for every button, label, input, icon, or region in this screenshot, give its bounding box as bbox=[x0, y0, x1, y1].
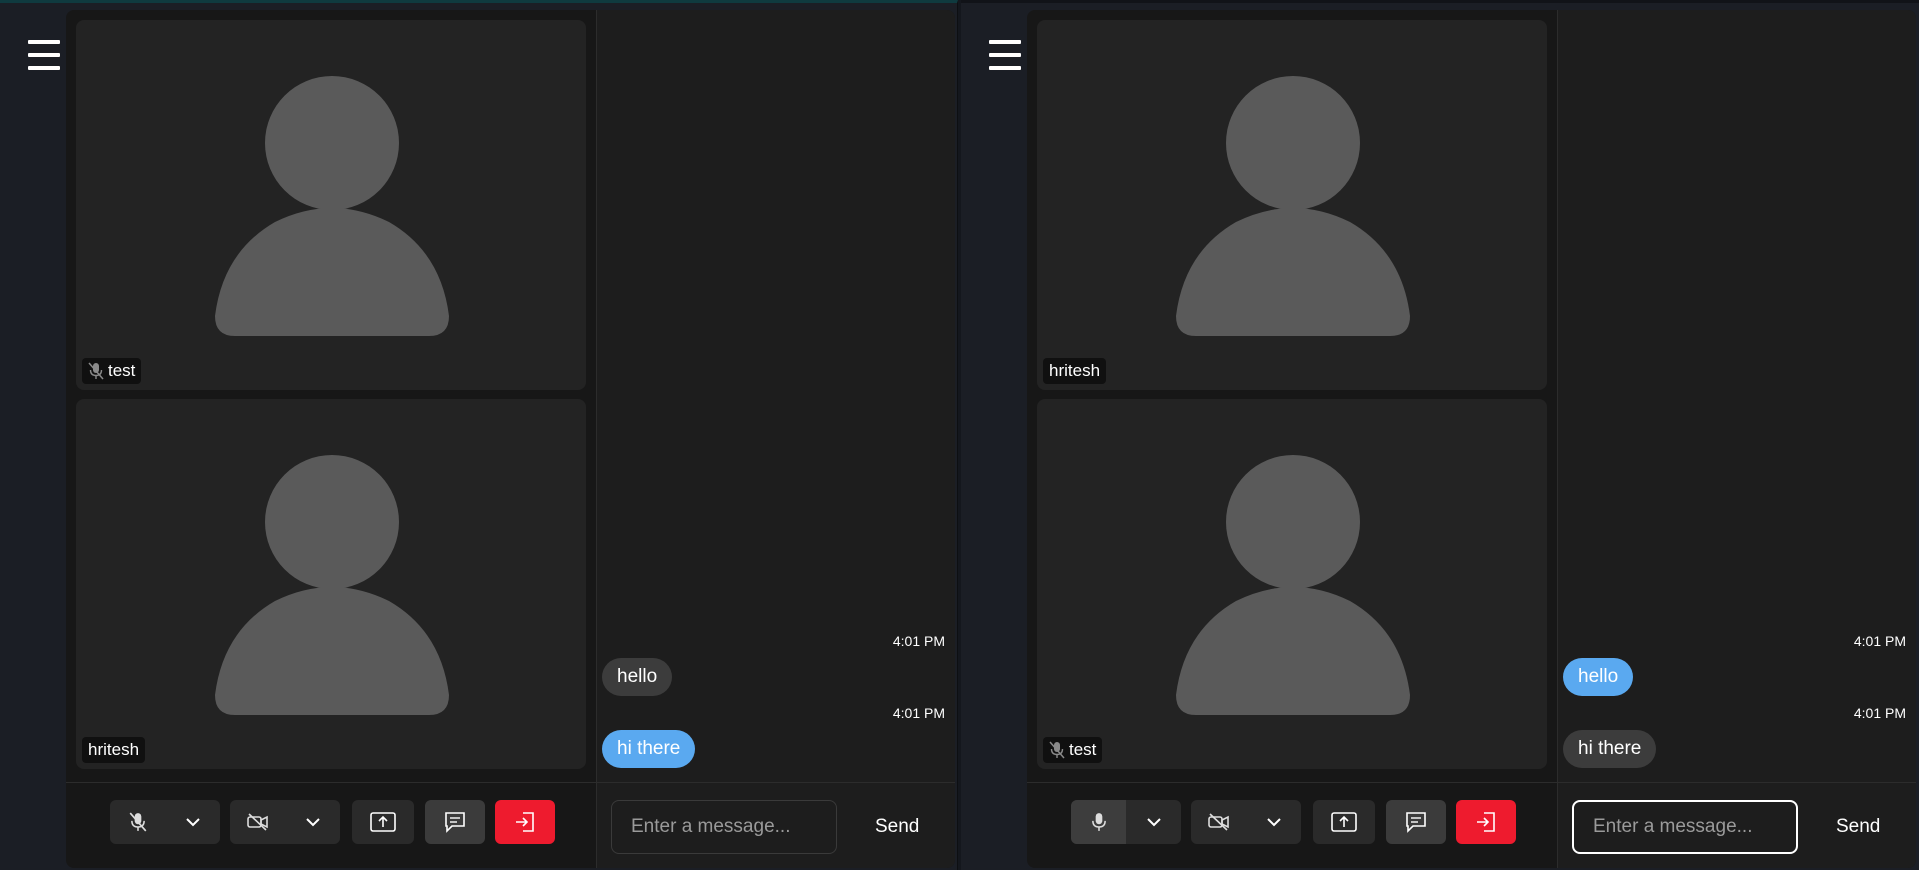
chat-icon bbox=[1406, 812, 1426, 833]
hamburger-menu-icon[interactable] bbox=[989, 40, 1021, 70]
message-timestamp: 4:01 PM bbox=[1853, 633, 1906, 649]
mic-toggle-button[interactable] bbox=[110, 800, 165, 844]
mic-control-group bbox=[110, 800, 220, 844]
video-off-icon bbox=[1207, 813, 1229, 831]
chevron-down-icon bbox=[185, 818, 200, 827]
camera-toggle-button[interactable] bbox=[230, 800, 285, 844]
share-screen-button[interactable] bbox=[352, 800, 414, 844]
meeting-app: hritesh test 4:01 PM hello 4:01 PM hi th… bbox=[1027, 10, 1916, 868]
video-off-icon bbox=[246, 813, 268, 831]
person-silhouette-icon bbox=[215, 76, 449, 336]
video-grid: test hritesh bbox=[66, 10, 596, 782]
chat-panel: 4:01 PM hello 4:01 PM hi there Send bbox=[596, 10, 955, 868]
mic-control-group bbox=[1071, 800, 1181, 844]
participant-name-tag: hritesh bbox=[82, 737, 146, 763]
right-browser-window: hritesh test 4:01 PM hello 4:01 PM hi th… bbox=[961, 0, 1919, 870]
chat-compose-row: Send bbox=[1558, 782, 1916, 868]
participant-tile: test bbox=[76, 20, 586, 390]
participant-name-tag: test bbox=[82, 358, 142, 384]
message-bubble: hi there bbox=[1563, 730, 1657, 768]
leave-call-button[interactable] bbox=[495, 800, 555, 844]
hamburger-menu-icon[interactable] bbox=[28, 40, 60, 70]
participant-tile: hritesh bbox=[1037, 20, 1547, 390]
participant-name: hritesh bbox=[1049, 361, 1101, 380]
chat-compose-row: Send bbox=[597, 782, 955, 868]
mic-options-dropdown[interactable] bbox=[1126, 800, 1181, 844]
chevron-down-icon bbox=[1146, 818, 1161, 827]
share-screen-icon bbox=[370, 812, 396, 832]
message-timestamp: 4:01 PM bbox=[892, 705, 945, 721]
mic-toggle-button[interactable] bbox=[1071, 800, 1126, 844]
camera-options-dropdown[interactable] bbox=[285, 800, 340, 844]
camera-control-group bbox=[1191, 800, 1301, 844]
left-browser-window: test hritesh 4:01 PM hello 4:01 PM hi th… bbox=[0, 0, 958, 870]
chat-panel: 4:01 PM hello 4:01 PM hi there Send bbox=[1557, 10, 1916, 868]
send-button[interactable]: Send bbox=[1830, 808, 1886, 846]
participant-name: test bbox=[1069, 740, 1097, 759]
participant-name-tag: hritesh bbox=[1043, 358, 1107, 384]
leave-call-button[interactable] bbox=[1456, 800, 1516, 844]
participant-name: hritesh bbox=[88, 740, 140, 759]
share-screen-button[interactable] bbox=[1313, 800, 1375, 844]
participant-tile: hritesh bbox=[76, 399, 586, 769]
chat-icon bbox=[445, 812, 465, 833]
leave-icon bbox=[1477, 812, 1495, 832]
message-timestamp: 4:01 PM bbox=[1853, 705, 1906, 721]
chat-toggle-button[interactable] bbox=[1386, 800, 1446, 844]
message-bubble: hi there bbox=[602, 730, 696, 768]
send-button[interactable]: Send bbox=[869, 808, 925, 846]
meeting-app: test hritesh 4:01 PM hello 4:01 PM hi th… bbox=[66, 10, 955, 868]
message-list: 4:01 PM hello 4:01 PM hi there bbox=[1558, 10, 1916, 782]
message-bubble: hello bbox=[1563, 658, 1634, 696]
video-grid: hritesh test bbox=[1027, 10, 1557, 782]
camera-control-group bbox=[230, 800, 340, 844]
message-list: 4:01 PM hello 4:01 PM hi there bbox=[597, 10, 955, 782]
participant-name: test bbox=[108, 361, 136, 380]
person-silhouette-icon bbox=[1176, 455, 1410, 715]
leave-icon bbox=[516, 812, 534, 832]
camera-options-dropdown[interactable] bbox=[1246, 800, 1301, 844]
mic-off-icon bbox=[129, 812, 146, 832]
mic-off-icon bbox=[1049, 741, 1065, 759]
mic-options-dropdown[interactable] bbox=[165, 800, 220, 844]
person-silhouette-icon bbox=[215, 455, 449, 715]
message-input[interactable] bbox=[1572, 800, 1798, 854]
share-screen-icon bbox=[1331, 812, 1357, 832]
mic-off-icon bbox=[88, 362, 104, 380]
call-controls-bar bbox=[1027, 782, 1557, 868]
mic-icon bbox=[1091, 813, 1106, 831]
message-bubble: hello bbox=[602, 658, 673, 696]
camera-toggle-button[interactable] bbox=[1191, 800, 1246, 844]
participant-name-tag: test bbox=[1043, 737, 1103, 763]
chevron-down-icon bbox=[305, 818, 320, 827]
call-controls-bar bbox=[66, 782, 596, 868]
participant-tile: test bbox=[1037, 399, 1547, 769]
message-timestamp: 4:01 PM bbox=[892, 633, 945, 649]
chat-toggle-button[interactable] bbox=[425, 800, 485, 844]
person-silhouette-icon bbox=[1176, 76, 1410, 336]
message-input[interactable] bbox=[611, 800, 837, 854]
chevron-down-icon bbox=[1266, 818, 1281, 827]
